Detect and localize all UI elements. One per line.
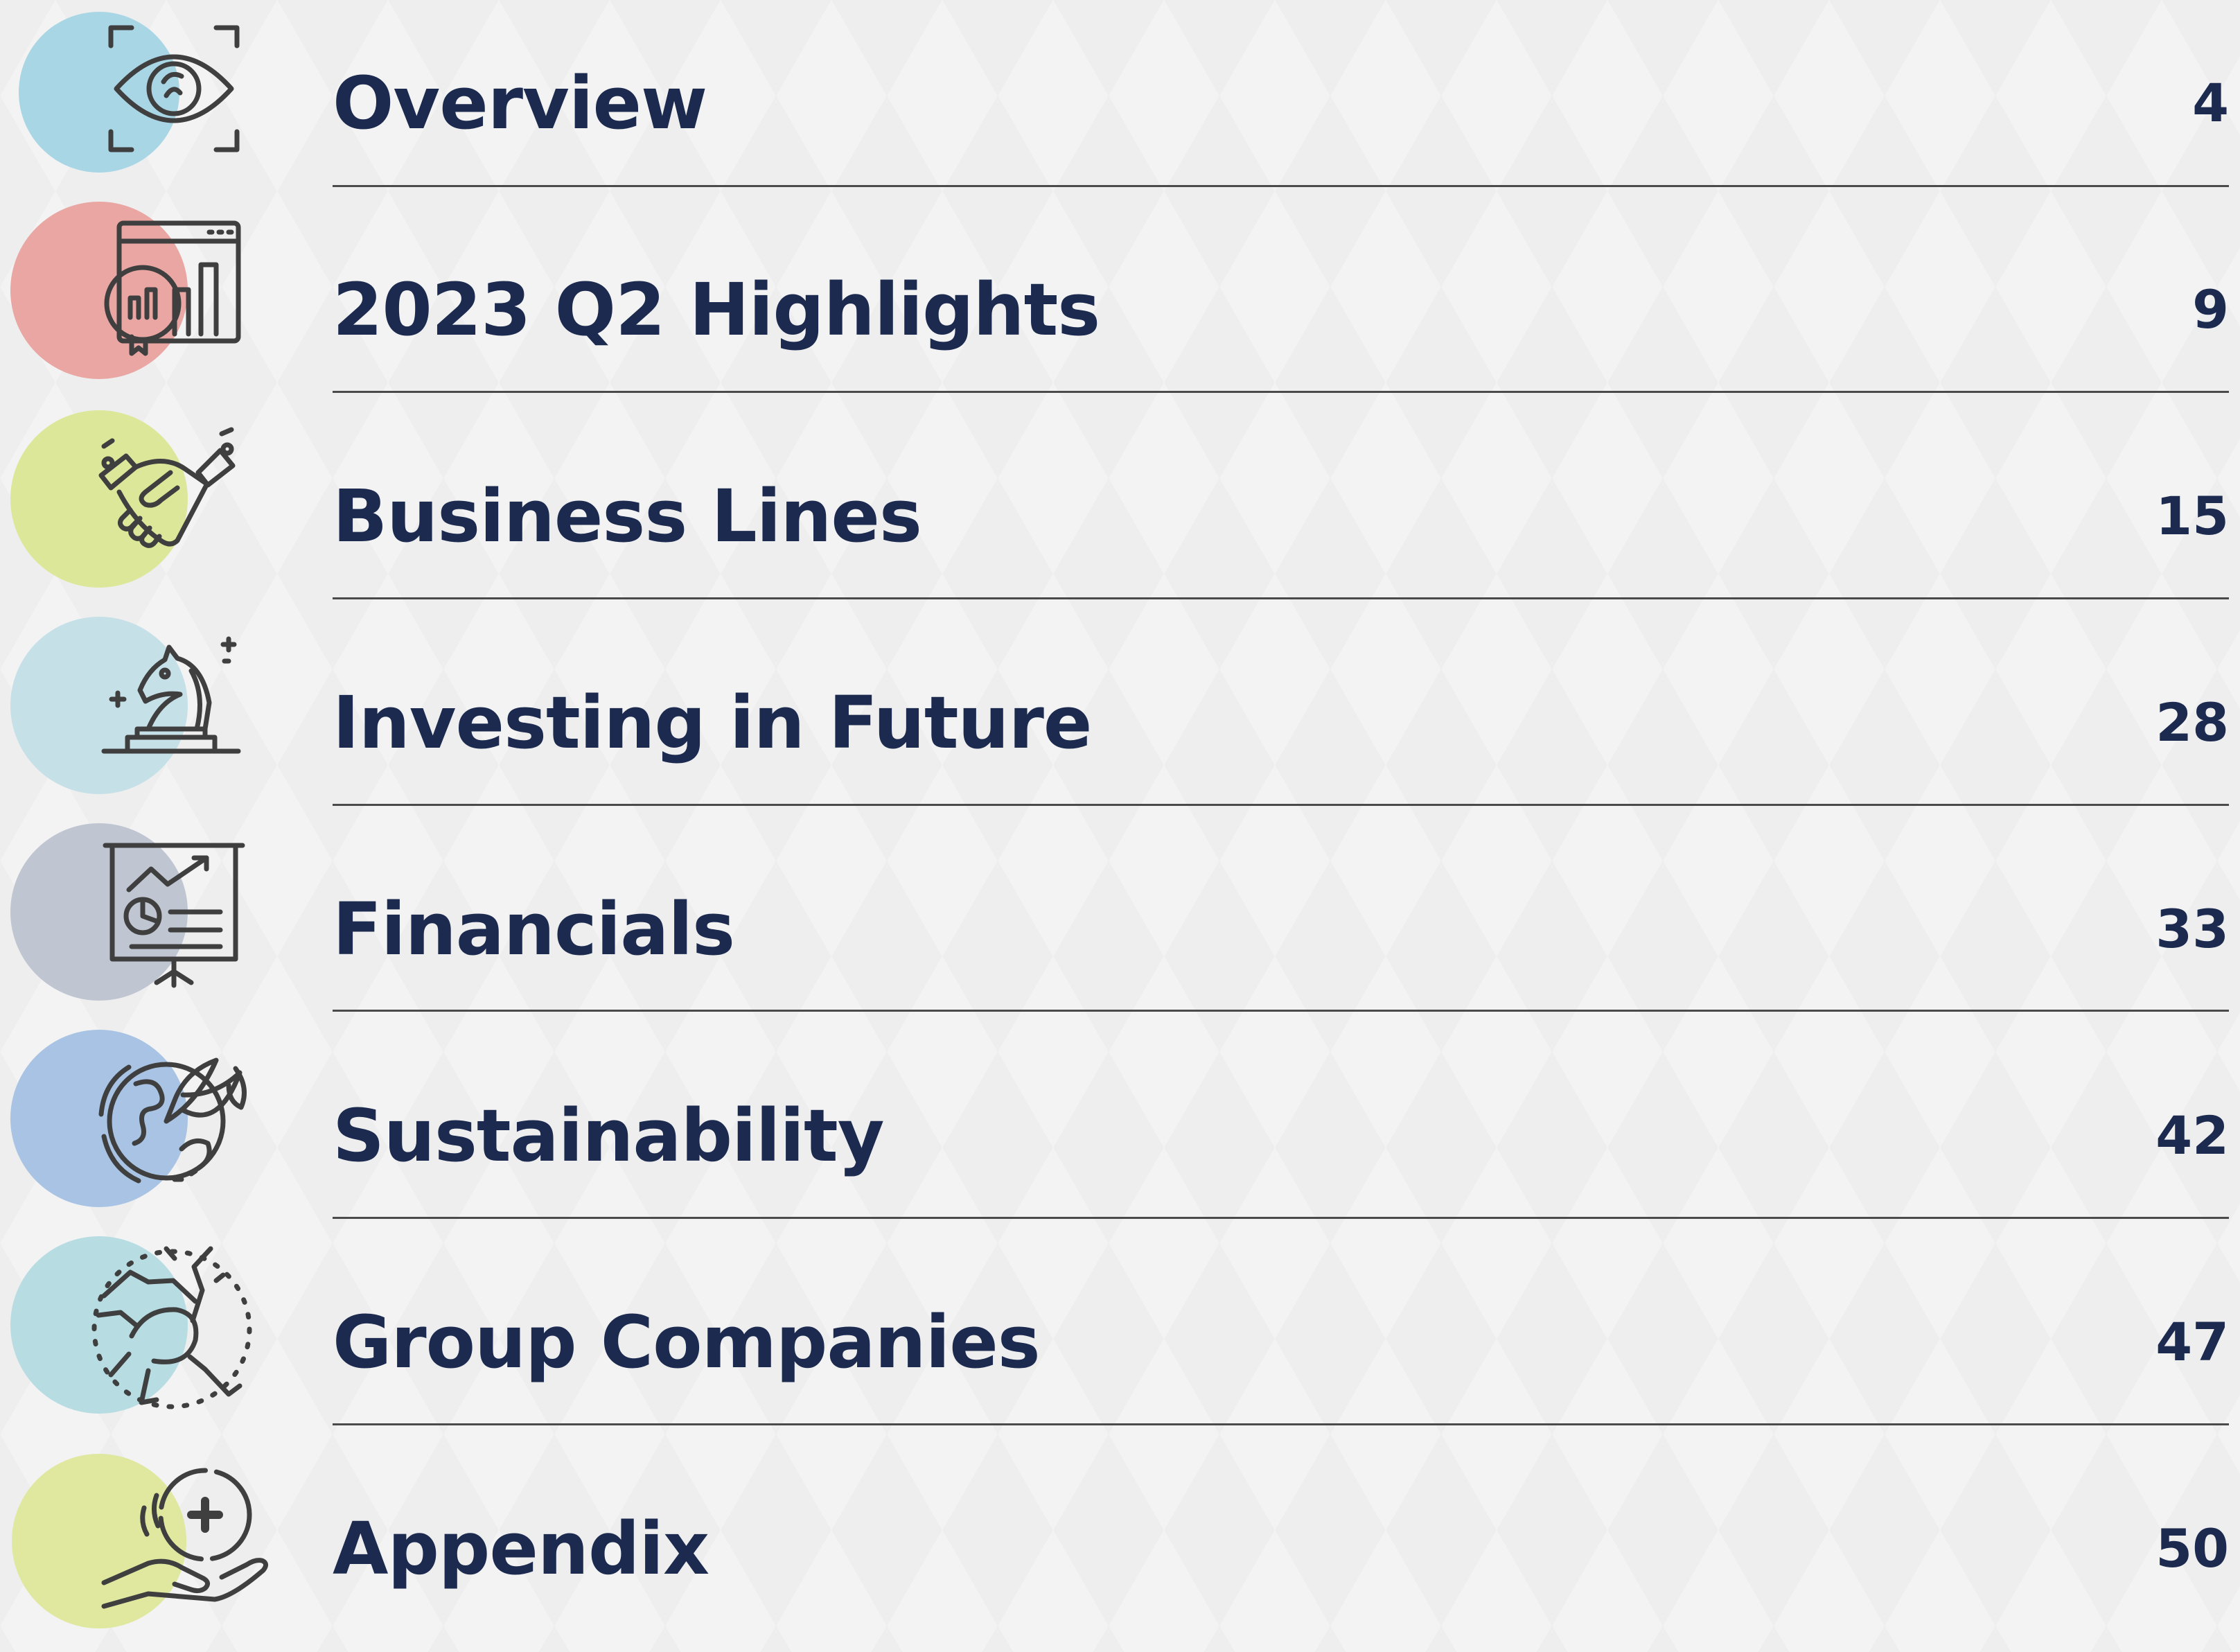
toc-divider [333,1010,2229,1012]
toc-divider [333,804,2229,806]
chess-knight-icon [10,617,241,794]
toc-title[interactable]: Investing in Future [333,620,1092,826]
toc-icon-wrap [0,0,291,206]
toc-item-financials[interactable]: Financials 33 [0,823,2240,1032]
toc-page-number[interactable]: 47 [2155,1239,2229,1446]
toc-icon-wrap [0,1236,291,1446]
toc-page-number[interactable]: 33 [2155,826,2229,1032]
eye-scan-icon [19,12,240,173]
toc-title[interactable]: Financials [333,826,735,1032]
toc-divider [333,391,2229,393]
toc-icon-wrap [0,202,291,413]
toc-item-sustainability[interactable]: Sustainability 42 [0,1030,2240,1239]
toc-divider [333,1217,2229,1219]
toc-title[interactable]: Business Lines [333,413,922,620]
toc-page-number[interactable]: 42 [2155,1032,2229,1239]
toc-page-number[interactable]: 9 [2192,206,2229,413]
table-of-contents: Overview 4 2023 Q2 Highlights 9 Business… [0,0,2240,1628]
toc-item-group-companies[interactable]: Group Companies 47 [0,1236,2240,1446]
teamwork-hands-icon [10,1236,252,1414]
earth-leaf-icon [10,1030,247,1207]
toc-title[interactable]: Overview [333,0,707,206]
toc-title[interactable]: Group Companies [333,1239,1041,1446]
presentation-board-icon [10,823,245,1001]
toc-icon-wrap [0,410,291,620]
analytics-dashboard-icon [10,202,241,379]
toc-divider [333,597,2229,599]
toc-page-number[interactable]: 15 [2155,413,2229,620]
handshake-icon [10,410,236,588]
toc-item-business-lines[interactable]: Business Lines 15 [0,410,2240,620]
toc-divider [333,1423,2229,1425]
toc-page-number[interactable]: 4 [2192,0,2229,206]
toc-title[interactable]: 2023 Q2 Highlights [333,206,1100,413]
toc-icon-wrap [0,823,291,1032]
hand-medical-icon [12,1454,268,1628]
toc-item-appendix[interactable]: Appendix 50 [0,1446,2240,1652]
toc-page-number[interactable]: 50 [2155,1446,2229,1652]
toc-item-highlights[interactable]: 2023 Q2 Highlights 9 [0,202,2240,413]
toc-item-investing-in-future[interactable]: Investing in Future 28 [0,617,2240,826]
toc-divider [333,185,2229,187]
toc-item-overview[interactable]: Overview 4 [0,0,2240,206]
toc-title[interactable]: Appendix [333,1446,709,1652]
toc-icon-wrap [0,1446,291,1652]
toc-page-number[interactable]: 28 [2155,620,2229,826]
toc-icon-wrap [0,617,291,826]
toc-icon-wrap [0,1030,291,1239]
toc-title[interactable]: Sustainability [333,1032,885,1239]
